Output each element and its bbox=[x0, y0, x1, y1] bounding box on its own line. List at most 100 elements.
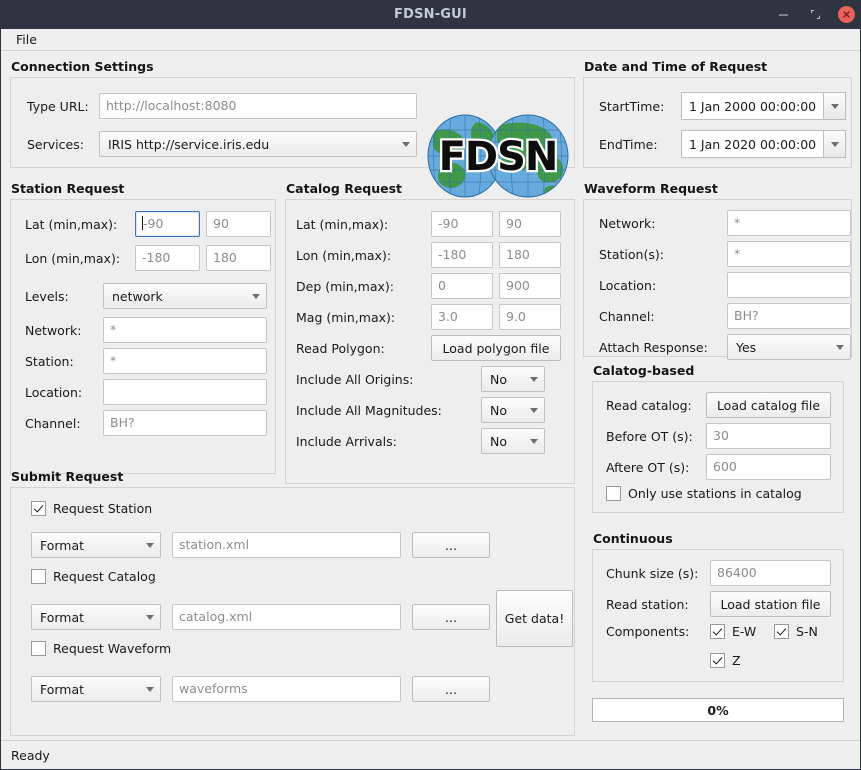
endtime-datetime-edit[interactable]: 1 Jan 2020 00:00:00 bbox=[681, 130, 846, 158]
request-waveform-checkbox[interactable]: Request Waveform bbox=[31, 641, 171, 656]
services-combo[interactable]: IRIS http://service.iris.edu bbox=[99, 131, 417, 157]
starttime-datetime-edit[interactable]: 1 Jan 2000 00:00:00 bbox=[681, 92, 846, 120]
waveform-stations-label: Station(s): bbox=[599, 246, 664, 262]
minimize-icon[interactable] bbox=[774, 6, 792, 24]
station-format-value: Format bbox=[40, 537, 85, 553]
catalog-arrivals-row: Include Arrivals: No bbox=[296, 428, 545, 454]
waveform-stations-input[interactable]: * bbox=[727, 241, 851, 267]
request-station-checkbox[interactable]: Request Station bbox=[31, 501, 152, 516]
catalog-arrivals-label: Include Arrivals: bbox=[296, 433, 397, 449]
chevron-down-icon bbox=[830, 141, 839, 147]
read-catalog-label: Read catalog: bbox=[606, 397, 692, 413]
after-ot-input[interactable]: 600 bbox=[706, 454, 831, 480]
endtime-dropdown-button[interactable] bbox=[823, 130, 846, 158]
waveform-attach-row: Attach Response: Yes bbox=[599, 334, 851, 360]
catalog-browse-button[interactable]: ... bbox=[412, 604, 490, 630]
catalog-polygon-row: Read Polygon: Load polygon file bbox=[296, 335, 561, 361]
endtime-value[interactable]: 1 Jan 2020 00:00:00 bbox=[681, 130, 824, 158]
station-lon-min-input[interactable]: -180 bbox=[135, 245, 200, 271]
station-output-row: Format station.xml ... bbox=[31, 532, 490, 558]
waveform-filename-input[interactable]: waveforms bbox=[172, 676, 401, 702]
catalog-lon-label: Lon (min,max): bbox=[296, 247, 392, 263]
load-station-file-button[interactable]: Load station file bbox=[710, 591, 831, 617]
catalog-filename-input[interactable]: catalog.xml bbox=[172, 604, 401, 630]
station-browse-button[interactable]: ... bbox=[412, 532, 490, 558]
catalog-lon-min-input[interactable]: -180 bbox=[431, 242, 493, 268]
station-location-label: Location: bbox=[25, 384, 83, 400]
request-waveform-label: Request Waveform bbox=[53, 641, 172, 656]
datetime-body: StartTime: 1 Jan 2000 00:00:00 EndTime: … bbox=[583, 77, 852, 168]
waveform-output-row: Format waveforms ... bbox=[31, 676, 490, 702]
catalog-dep-min-input[interactable]: 0 bbox=[431, 273, 493, 299]
waveform-channel-input[interactable]: BH? bbox=[727, 303, 851, 329]
load-polygon-file-button[interactable]: Load polygon file bbox=[431, 335, 561, 361]
waveform-attach-response-value: Yes bbox=[736, 339, 757, 355]
catalog-origins-combo[interactable]: No bbox=[481, 366, 545, 392]
catalog-dep-row: Dep (min,max): 0 900 bbox=[296, 273, 561, 299]
catalog-magnitudes-label: Include All Magnitudes: bbox=[296, 402, 442, 418]
component-sn-checkbox[interactable]: S-N bbox=[774, 624, 818, 639]
checkbox-icon bbox=[31, 569, 46, 584]
menu-item-file[interactable]: File bbox=[10, 31, 43, 48]
only-stations-in-catalog-checkbox[interactable]: Only use stations in catalog bbox=[606, 486, 802, 501]
station-location-input[interactable] bbox=[103, 379, 267, 405]
catalog-magnitudes-row: Include All Magnitudes: No bbox=[296, 397, 545, 423]
catalog-format-combo[interactable]: Format bbox=[31, 604, 161, 630]
chevron-down-icon bbox=[530, 376, 538, 382]
request-catalog-checkbox[interactable]: Request Catalog bbox=[31, 569, 156, 584]
waveform-request-group: Waveform Request Network: * Station(s): … bbox=[583, 182, 852, 360]
checkbox-icon bbox=[31, 641, 46, 656]
component-z-label: Z bbox=[732, 653, 741, 668]
waveform-format-combo[interactable]: Format bbox=[31, 676, 161, 702]
chevron-down-icon bbox=[836, 344, 844, 350]
services-label: Services: bbox=[27, 136, 84, 152]
catalog-dep-max-input[interactable]: 900 bbox=[499, 273, 561, 299]
chevron-down-icon bbox=[402, 141, 410, 147]
station-lat-max-input[interactable]: 90 bbox=[206, 211, 271, 237]
starttime-value[interactable]: 1 Jan 2000 00:00:00 bbox=[681, 92, 824, 120]
catalog-lon-max-input[interactable]: 180 bbox=[499, 242, 561, 268]
catalog-mag-max-input[interactable]: 9.0 bbox=[499, 304, 561, 330]
close-icon[interactable] bbox=[838, 6, 855, 23]
catalog-arrivals-combo[interactable]: No bbox=[481, 428, 545, 454]
load-catalog-file-button[interactable]: Load catalog file bbox=[706, 392, 831, 418]
station-levels-combo[interactable]: network bbox=[103, 283, 267, 309]
component-ew-label: E-W bbox=[732, 624, 757, 639]
station-format-combo[interactable]: Format bbox=[31, 532, 161, 558]
maximize-restore-icon[interactable] bbox=[806, 6, 824, 24]
waveform-location-input[interactable] bbox=[727, 272, 851, 298]
catalog-based-body: Read catalog: Load catalog file Before O… bbox=[592, 381, 844, 513]
request-station-label: Request Station bbox=[53, 501, 153, 516]
station-station-row: Station: * bbox=[25, 348, 267, 374]
catalog-mag-label: Mag (min,max): bbox=[296, 309, 396, 325]
waveform-network-input[interactable]: * bbox=[727, 210, 851, 236]
catalog-request-group: Catalog Request Lat (min,max): -90 90 Lo… bbox=[285, 182, 575, 484]
station-station-input[interactable]: * bbox=[103, 348, 267, 374]
component-ew-checkbox[interactable]: E-W bbox=[710, 624, 774, 639]
chunk-size-input[interactable]: 86400 bbox=[710, 560, 831, 586]
station-lat-min-input[interactable]: -90 bbox=[135, 211, 200, 237]
catalog-lat-min-input[interactable]: -90 bbox=[431, 211, 493, 237]
fdsn-gui-window: FDSN-GUI File Connection Settings Type U… bbox=[0, 0, 861, 770]
read-station-row: Read station: Load station file bbox=[606, 591, 831, 617]
station-channel-input[interactable]: BH? bbox=[103, 410, 267, 436]
before-ot-input[interactable]: 30 bbox=[706, 423, 831, 449]
waveform-browse-button[interactable]: ... bbox=[412, 676, 490, 702]
read-station-label: Read station: bbox=[606, 596, 689, 612]
waveform-attach-response-combo[interactable]: Yes bbox=[727, 334, 851, 360]
catalog-magnitudes-combo[interactable]: No bbox=[481, 397, 545, 423]
station-filename-input[interactable]: station.xml bbox=[172, 532, 401, 558]
station-lon-row: Lon (min,max): -180 180 bbox=[25, 245, 271, 271]
station-network-input[interactable]: * bbox=[103, 317, 267, 343]
url-input[interactable]: http://localhost:8080 bbox=[99, 93, 417, 119]
get-data-button[interactable]: Get data! bbox=[496, 590, 573, 647]
starttime-dropdown-button[interactable] bbox=[823, 92, 846, 120]
catalog-mag-min-input[interactable]: 3.0 bbox=[431, 304, 493, 330]
catalog-based-group: Calatog-based Read catalog: Load catalog… bbox=[592, 364, 844, 513]
catalog-format-value: Format bbox=[40, 609, 85, 625]
component-z-checkbox[interactable]: Z bbox=[710, 653, 741, 668]
catalog-lat-row: Lat (min,max): -90 90 bbox=[296, 211, 561, 237]
catalog-lat-max-input[interactable]: 90 bbox=[499, 211, 561, 237]
station-lon-max-input[interactable]: 180 bbox=[206, 245, 271, 271]
waveform-channel-label: Channel: bbox=[599, 308, 655, 324]
